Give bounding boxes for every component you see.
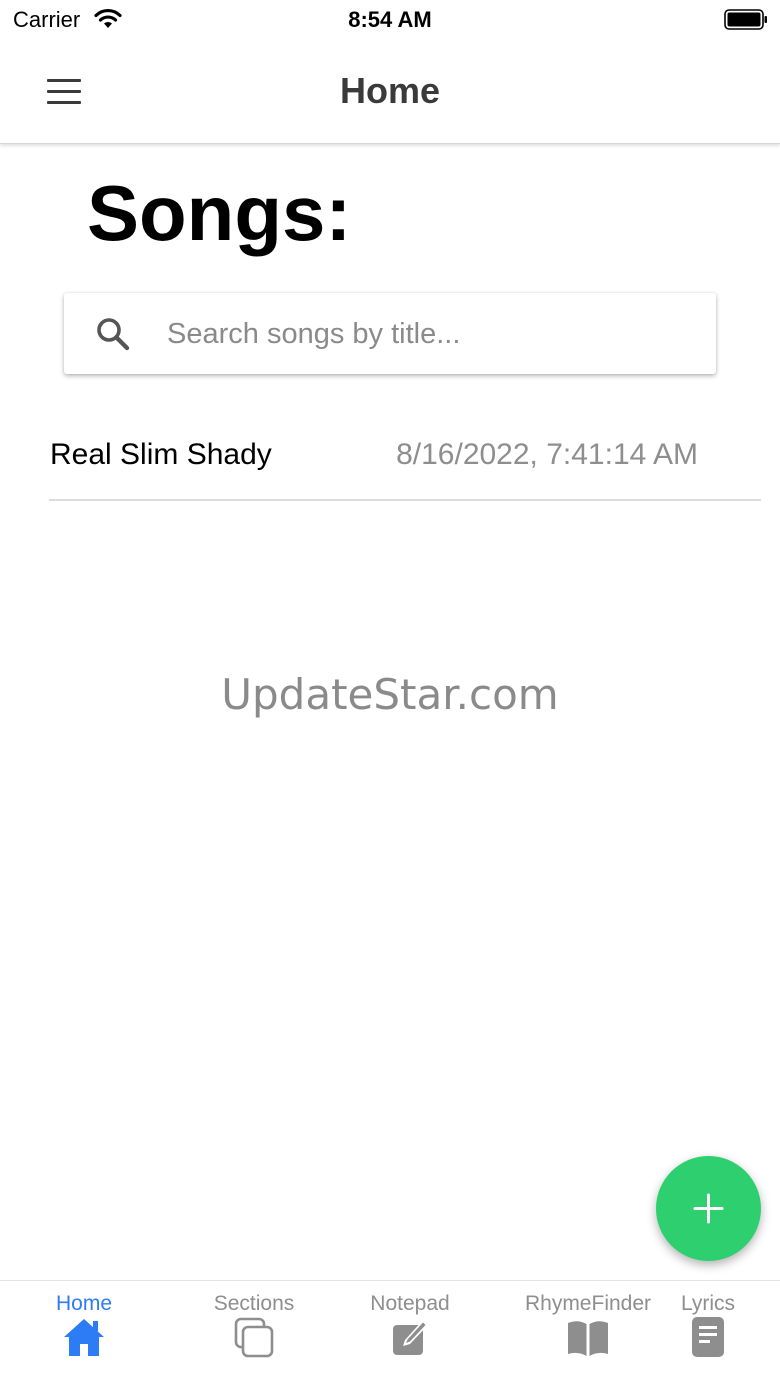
search-input[interactable]	[167, 311, 687, 357]
tab-label: Lyrics	[680, 1292, 736, 1315]
tab-bar: Home Sections Notepad RhymeFinder Lyrics	[0, 1280, 780, 1387]
song-date: 8/16/2022, 7:41:14 AM	[396, 438, 698, 471]
watermark: UpdateStar.com	[221, 670, 559, 719]
edit-icon	[393, 1320, 428, 1355]
tab-rhymefinder[interactable]: RhymeFinder	[518, 1281, 658, 1387]
tab-notepad[interactable]: Notepad	[340, 1281, 480, 1387]
tab-sections[interactable]: Sections	[184, 1281, 324, 1387]
home-icon	[64, 1319, 104, 1356]
song-title: Real Slim Shady	[50, 438, 272, 471]
book-icon	[568, 1321, 608, 1356]
tab-lyrics[interactable]: Lyrics	[656, 1281, 760, 1387]
add-song-button[interactable]	[656, 1156, 761, 1261]
page-title: Songs:	[87, 169, 352, 257]
tab-label: Sections	[213, 1292, 295, 1315]
app-header: Home	[0, 40, 780, 144]
search-icon	[97, 318, 130, 351]
list-item[interactable]: Real Slim Shady 8/16/2022, 7:41:14 AM	[49, 412, 761, 501]
header-title: Home	[339, 70, 441, 111]
status-bar: Carrier 8:54 AM	[0, 0, 780, 40]
tab-label: Notepad	[370, 1292, 450, 1315]
battery-icon	[724, 9, 767, 30]
plus-icon	[693, 1193, 724, 1224]
tab-label: RhymeFinder	[524, 1292, 652, 1315]
search-bar[interactable]	[64, 293, 716, 374]
tab-label: Home	[55, 1292, 113, 1315]
status-time: 8:54 AM	[348, 7, 432, 32]
document-icon	[692, 1317, 724, 1357]
tab-home[interactable]: Home	[14, 1281, 154, 1387]
copy-icon	[234, 1317, 274, 1358]
